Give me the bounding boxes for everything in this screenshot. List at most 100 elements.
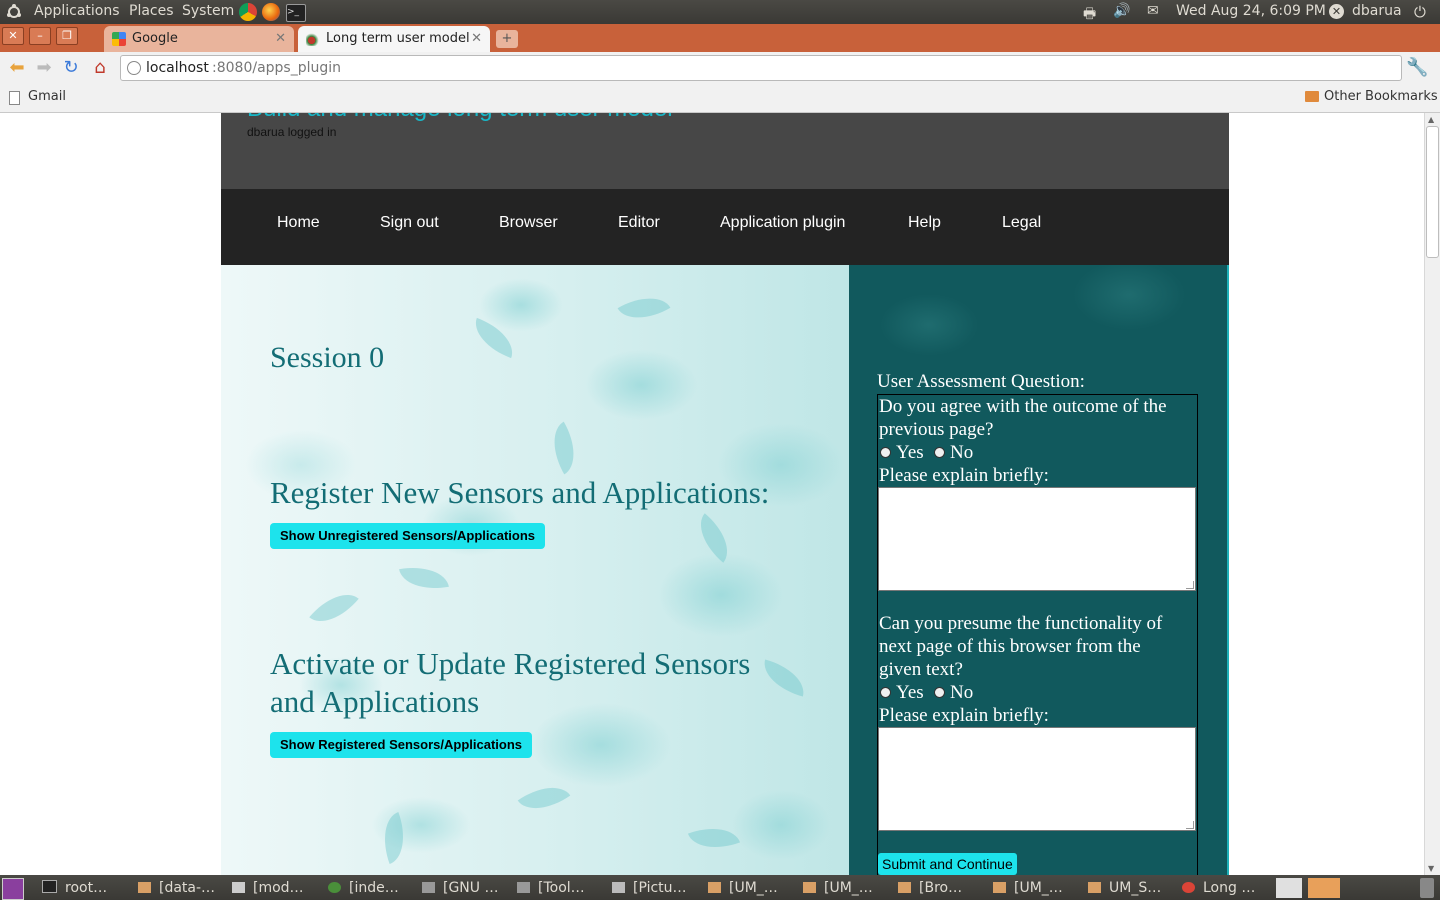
chrome-icon [1182,882,1195,893]
wrench-menu-icon[interactable]: 🔧 [1406,57,1428,79]
google-favicon-icon [112,32,126,46]
leaf-decoration [617,285,671,331]
bookmark-gmail[interactable]: Gmail [28,84,66,110]
taskbar-item[interactable]: [UM_… [803,878,873,898]
show-registered-button[interactable]: Show Registered Sensors/Applications [270,732,532,758]
taskbar: root… [data-… [mod… [inde… [GNU … [Tool…… [0,875,1440,900]
q2-explain-label: Please explain briefly: [879,705,1049,726]
scroll-up-arrow-icon[interactable]: ▲ [1428,115,1434,124]
menu-places[interactable]: Places [129,3,174,19]
show-desktop-icon[interactable] [2,878,24,900]
mail-icon[interactable]: ✉ [1147,3,1159,19]
scroll-down-arrow-icon[interactable]: ▼ [1428,864,1434,873]
folder-indicator-icon[interactable] [1308,878,1340,898]
leaf-decoration [399,561,449,595]
terminal-icon [42,880,57,893]
trash-icon[interactable] [1420,878,1434,898]
tab-long-term-user-model[interactable]: Long term user model ✕ [298,26,490,52]
taskbar-item-active[interactable]: Long … [1182,878,1255,898]
gimp-icon [517,882,530,893]
leaf-decoration [517,774,571,822]
folder-icon [1088,882,1101,893]
q1-no-radio[interactable] [934,447,945,458]
nav-sign-out[interactable]: Sign out [380,214,439,232]
ubuntu-logo-icon [6,4,22,20]
question-2-line1: Can you presume the functionality of [879,613,1163,634]
tab-google[interactable]: Google ✕ [104,26,294,52]
clock[interactable]: Wed Aug 24, 6:09 PM [1176,3,1326,19]
resize-grip-icon[interactable] [1186,581,1194,589]
q1-yes-radio[interactable] [880,447,891,458]
q2-no-radio[interactable] [934,687,945,698]
home-icon[interactable]: ⌂ [89,57,111,79]
resize-grip-icon[interactable] [1186,821,1194,829]
new-tab-button[interactable]: + [496,30,518,48]
q2-yes-label: Yes [896,682,924,703]
assessment-title: User Assessment Question: [877,371,1085,392]
folder-icon [803,882,816,893]
reload-icon[interactable]: ↻ [60,57,82,79]
leaf-decoration [309,582,359,634]
taskbar-item[interactable]: [data-… [138,878,215,898]
power-icon[interactable]: ⏻ [1414,3,1426,21]
menu-applications[interactable]: Applications [34,3,120,19]
taskbar-item[interactable]: [GNU … [422,878,498,898]
taskbar-item[interactable]: [inde… [328,878,399,898]
volume-icon[interactable]: 🔊 [1113,3,1130,19]
leaf-decoration [688,513,740,563]
chrome-indicator-icon[interactable] [1276,878,1302,898]
window-minimize-button[interactable]: – [29,27,51,45]
page-viewport: Build and manage long term user model db… [0,113,1424,875]
assessment-sidebar: User Assessment Question: Do you agree w… [849,265,1229,875]
url-host: localhost [146,60,209,76]
forward-arrow-icon[interactable]: ➡ [33,57,55,79]
login-status: dbarua logged in [247,125,337,139]
firefox-launcher-icon[interactable] [262,3,280,21]
taskbar-item[interactable]: UM_S… [1088,878,1161,898]
user-name[interactable]: dbarua [1352,3,1402,19]
tab-close-icon[interactable]: ✕ [471,26,482,52]
q1-explain-label: Please explain briefly: [879,465,1049,486]
terminal-launcher-icon[interactable]: >_ [286,4,306,22]
question-2-line3: given text? [879,659,963,680]
taskbar-item[interactable]: [mod… [232,878,304,898]
leaf-decoration [687,817,741,859]
nav-legal[interactable]: Legal [1002,214,1041,232]
nav-editor[interactable]: Editor [618,214,660,232]
page-icon [9,91,20,105]
taskbar-item[interactable]: [Bro… [898,878,962,898]
menu-system[interactable]: System [182,3,234,19]
main-content: Session 0 Register New Sensors and Appli… [221,265,849,875]
tab-close-icon[interactable]: ✕ [275,26,286,52]
chrome-launcher-icon[interactable] [239,3,257,21]
session-heading: Session 0 [270,341,385,374]
scrollbar-thumb[interactable] [1426,126,1439,258]
leaf-decoration [467,317,521,359]
taskbar-item[interactable]: [UM_… [708,878,778,898]
taskbar-item[interactable]: root… [42,878,107,898]
show-unregistered-button[interactable]: Show Unregistered Sensors/Applications [270,523,545,549]
taskbar-item[interactable]: [Tool… [517,878,585,898]
address-bar[interactable]: localhost :8080/apps_plugin [120,55,1402,81]
page-favicon-icon [306,32,320,46]
activate-heading-line2: and Applications [270,684,480,719]
taskbar-item[interactable]: [Pictu… [612,878,687,898]
taskbar-item[interactable]: [UM_… [993,878,1063,898]
page-info-icon[interactable] [127,61,141,75]
top-panel: Applications Places System >_ 🖶 🔊 ✉ Wed … [0,0,1440,24]
folder-icon [993,882,1006,893]
question-1-line1: Do you agree with the outcome of the [879,396,1167,417]
q1-explain-textarea[interactable] [878,487,1196,591]
q2-explain-textarea[interactable] [878,727,1196,831]
activate-heading-line1: Activate or Update Registered Sensors [270,646,751,681]
nav-browser[interactable]: Browser [499,214,558,232]
submit-continue-button[interactable]: Submit and Continue [878,853,1017,875]
q2-yes-radio[interactable] [880,687,891,698]
nav-help[interactable]: Help [908,214,941,232]
other-bookmarks[interactable]: Other Bookmarks [1324,84,1438,110]
window-close-button[interactable]: ✕ [2,27,24,45]
nav-application-plugin[interactable]: Application plugin [720,214,845,232]
window-maximize-button[interactable]: ❐ [56,27,78,45]
back-arrow-icon[interactable]: ⬅ [6,57,28,79]
nav-home[interactable]: Home [277,214,320,232]
